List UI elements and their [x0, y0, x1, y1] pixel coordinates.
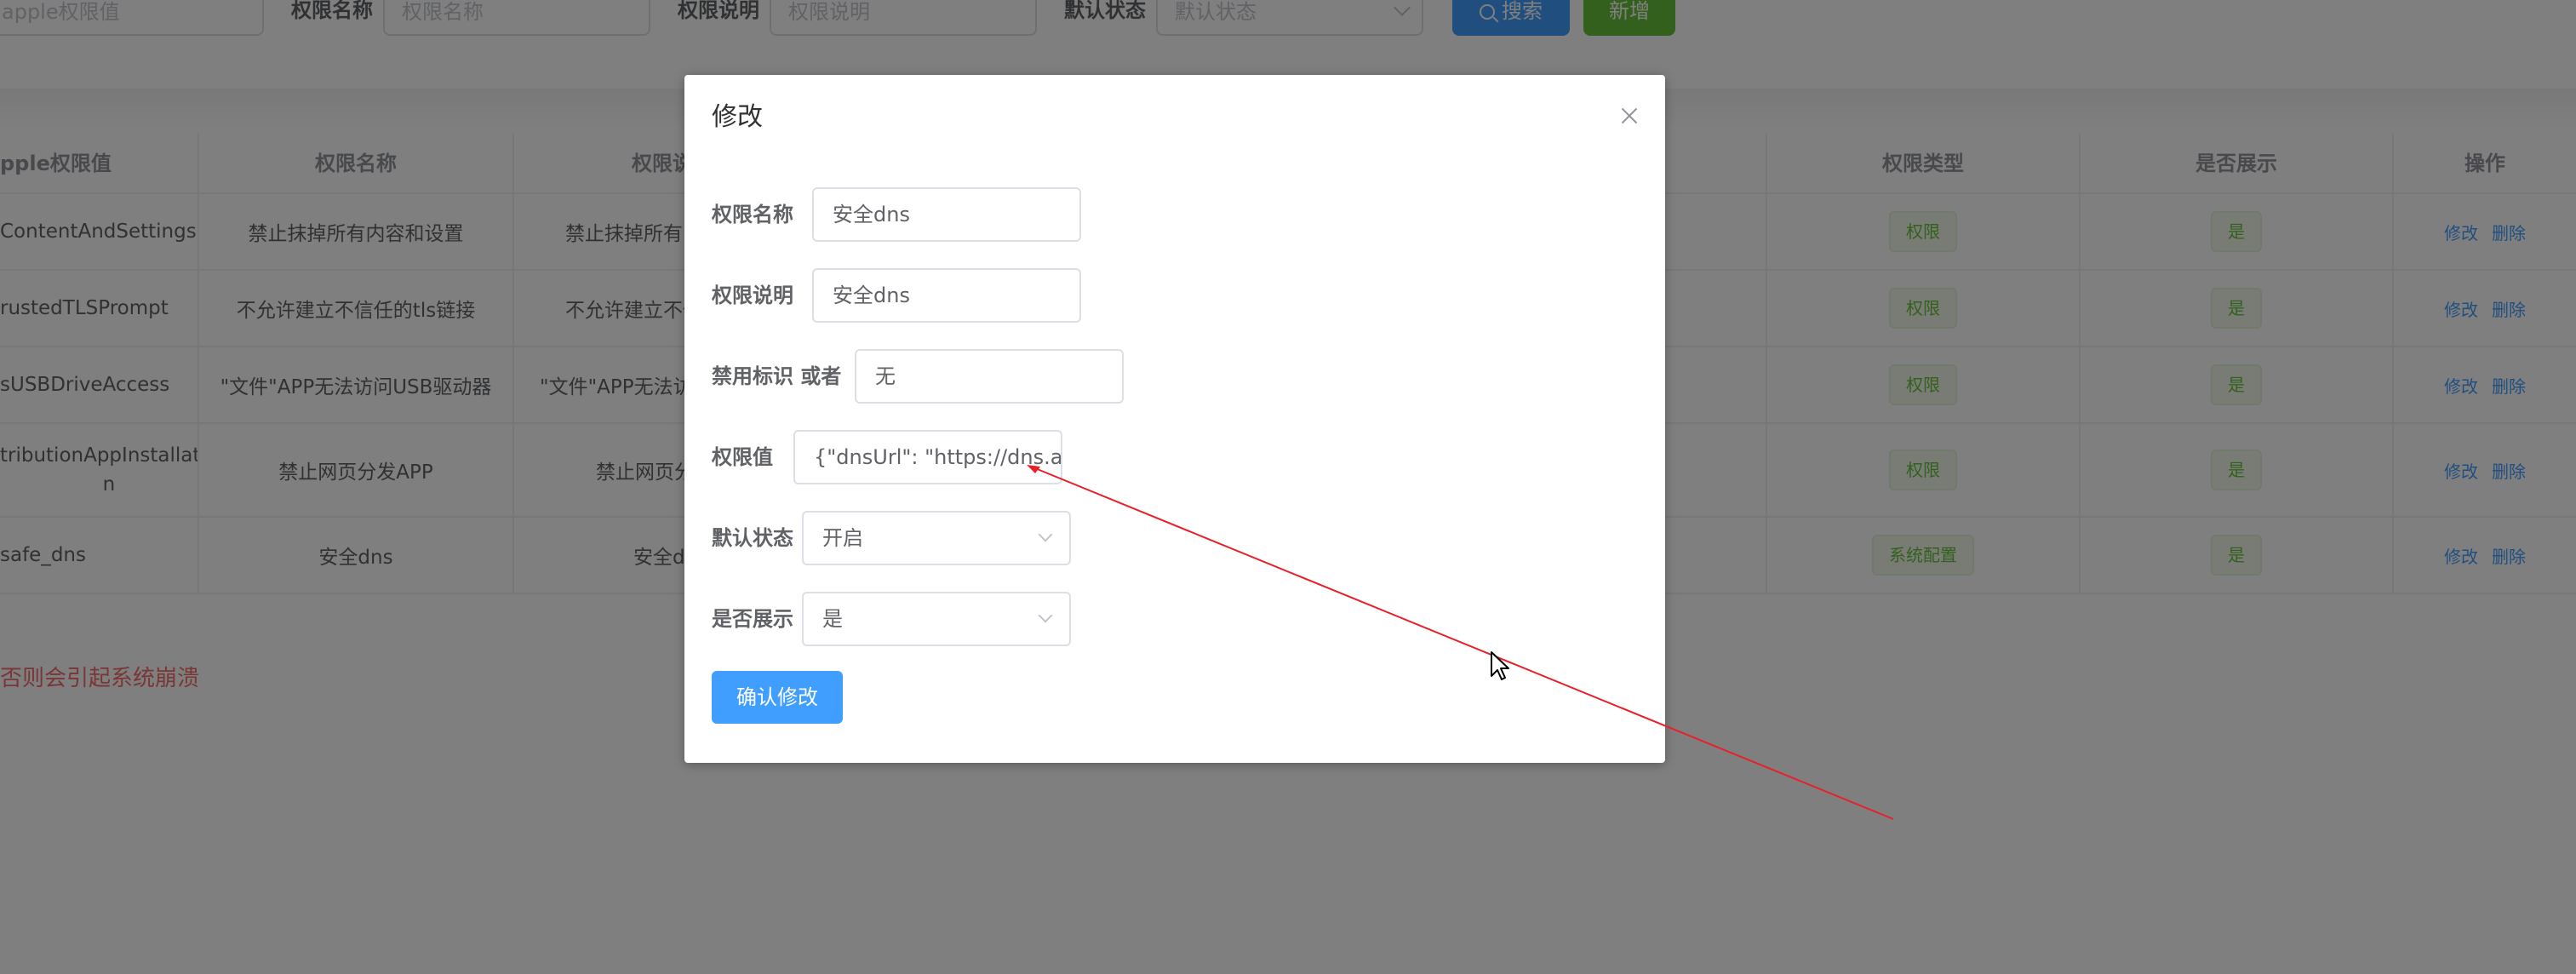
flag-input[interactable]: 无 [855, 349, 1124, 404]
field-value-label: 权限值 [712, 445, 773, 469]
show-select-value: 是 [822, 607, 843, 631]
value-input[interactable]: {"dnsUrl": "https://dns.alic [793, 430, 1062, 484]
name-input[interactable]: 安全dns [812, 187, 1081, 242]
show-select[interactable]: 是 [802, 592, 1071, 646]
edit-dialog: 修改 权限名称 安全dns 权限说明 安全dns 禁用标识 或者 无 权限值 {… [684, 75, 1665, 763]
confirm-edit-button[interactable]: 确认修改 [712, 671, 843, 724]
chevron-down-icon [1038, 608, 1053, 623]
chevron-down-icon [1038, 527, 1053, 542]
page: apple权限值 权限名称 权限名称 权限说明 权限说明 默认状态 默认状态 搜… [0, 0, 2576, 974]
dialog-title: 修改 [712, 102, 763, 132]
close-icon[interactable] [1619, 106, 1640, 126]
field-show-label: 是否展示 [712, 607, 793, 631]
status-select[interactable]: 开启 [802, 511, 1071, 565]
field-desc-label: 权限说明 [712, 284, 793, 307]
desc-input[interactable]: 安全dns [812, 268, 1081, 323]
field-status-label: 默认状态 [712, 526, 793, 550]
status-select-value: 开启 [822, 526, 863, 550]
field-flag-label: 禁用标识 或者 [712, 364, 842, 388]
field-name-label: 权限名称 [712, 203, 793, 226]
